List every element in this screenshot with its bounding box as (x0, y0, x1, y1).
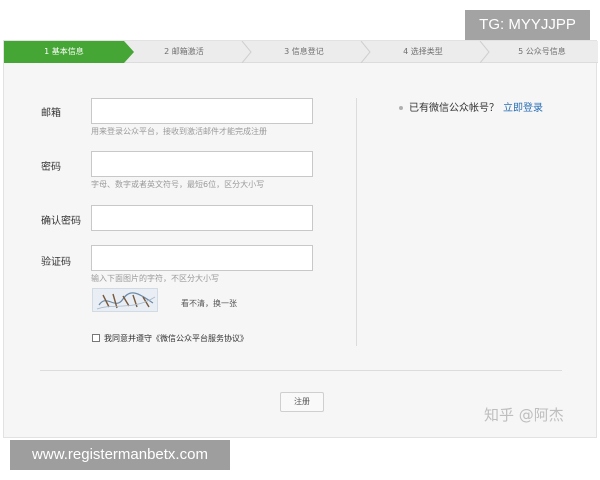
agree-text: 我同意并遵守 (104, 334, 152, 343)
progress-steps: 1 基本信息 2 邮箱激活 3 信息登记 4 选择类型 5 公众号信息 (4, 41, 598, 63)
bullet-icon (399, 106, 403, 110)
confirm-password-input[interactable] (91, 205, 313, 231)
captcha-refresh-link[interactable]: 看不清，换一张 (181, 298, 237, 309)
password-input[interactable] (91, 151, 313, 177)
login-link[interactable]: 立即登录 (503, 103, 543, 114)
captcha-hint: 输入下面图片的字符，不区分大小写 (91, 274, 219, 283)
step-basic-info: 1 基本信息 (44, 47, 84, 56)
confirm-password-label: 确认密码 (41, 216, 81, 227)
agreement-row: 我同意并遵守《微信公众平台服务协议》 (92, 333, 248, 344)
existing-account-text: 已有微信公众帐号？ (409, 103, 499, 114)
watermark-top: TG: MYYJJPP (465, 10, 590, 40)
existing-account-prompt: 已有微信公众帐号？ 立即登录 (399, 99, 543, 114)
password-hint: 字母、数字或者英文符号，最短6位，区分大小写 (91, 180, 265, 189)
step-account-info: 5 公众号信息 (518, 47, 566, 56)
step-info-registration: 3 信息登记 (284, 47, 324, 56)
step-choose-type: 4 选择类型 (403, 47, 443, 56)
service-agreement-link[interactable]: 《微信公众平台服务协议》 (152, 334, 248, 343)
email-input[interactable] (91, 98, 313, 124)
step-email-activation: 2 邮箱激活 (164, 47, 204, 56)
agree-checkbox[interactable] (92, 334, 100, 342)
captcha-input[interactable] (91, 245, 313, 271)
email-label: 邮箱 (41, 108, 61, 119)
horizontal-divider (40, 370, 562, 371)
register-button[interactable]: 注册 (280, 392, 324, 412)
vertical-divider (356, 98, 357, 346)
password-label: 密码 (41, 162, 61, 173)
zhihu-watermark: 知乎 @阿杰 (484, 406, 564, 424)
email-hint: 用来登录公众平台，接收到激活邮件才能完成注册 (91, 127, 267, 136)
watermark-bottom: www.registermanbetx.com (10, 440, 230, 470)
captcha-label: 验证码 (41, 257, 71, 268)
registration-card: 1 基本信息 2 邮箱激活 3 信息登记 4 选择类型 5 公众号信息 邮箱 用… (3, 40, 598, 438)
captcha-glyphs-icon (96, 292, 156, 310)
captcha-image[interactable] (92, 288, 158, 312)
